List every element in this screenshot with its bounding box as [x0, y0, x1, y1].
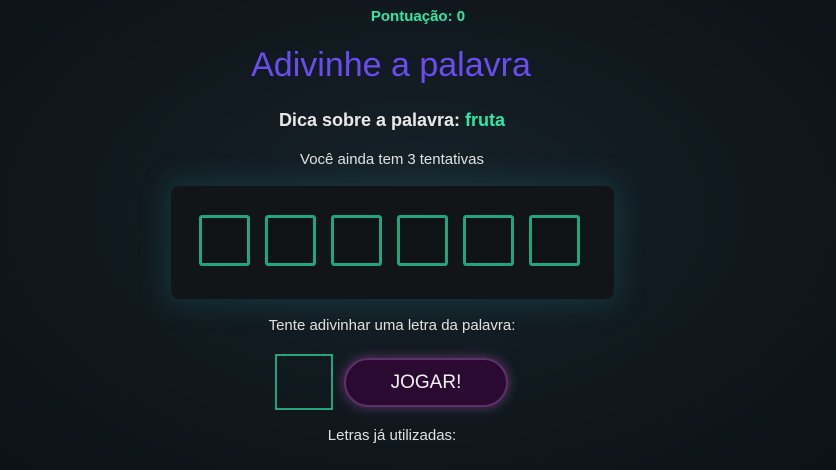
attempts-suffix: tentativas — [419, 151, 484, 168]
page-title: Adivinhe a palavra — [251, 46, 531, 84]
used-letters: Letras já utilizadas: — [0, 427, 810, 444]
hint-word: fruta — [465, 110, 506, 130]
attempts-count: 3 — [407, 151, 416, 168]
letter-slot — [199, 215, 250, 266]
letter-input[interactable] — [275, 354, 333, 410]
score-display: Pontuação: 0 — [0, 8, 836, 25]
letter-slot — [463, 215, 514, 266]
attempts-prefix: Você ainda tem — [300, 151, 404, 168]
score-label: Pontuação: — [370, 8, 453, 25]
letter-slot — [331, 215, 382, 266]
letter-slot — [529, 215, 580, 266]
word-board — [171, 186, 614, 299]
attempts-line: Você ainda tem 3 tentativas — [0, 151, 810, 168]
hint-label: Dica sobre a palavra: — [278, 110, 461, 130]
play-button[interactable]: JOGAR! — [344, 358, 508, 407]
score-value: 0 — [456, 8, 466, 25]
letter-slot — [397, 215, 448, 266]
used-letters-label: Letras já utilizadas: — [327, 427, 457, 444]
guess-prompt: Tente adivinhar uma letra da palavra: — [268, 317, 516, 334]
letter-slot — [265, 215, 316, 266]
hint-line: Dica sobre a palavra: fruta — [0, 110, 810, 131]
